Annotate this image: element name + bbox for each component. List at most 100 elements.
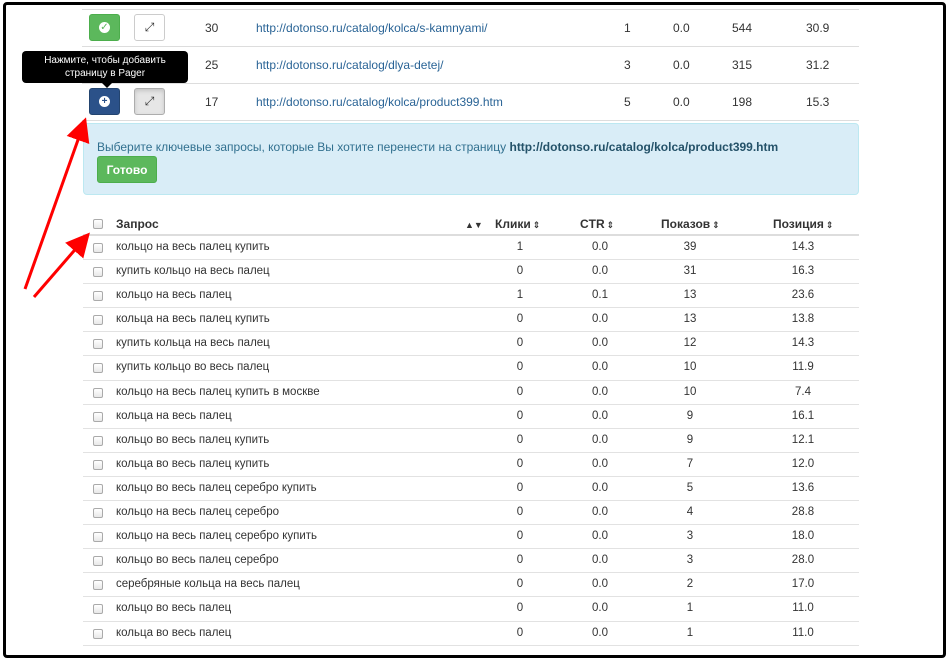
url-row: ✓ ⤢ 30 http://dotonso.ru/catalog/kolca/s-ka… xyxy=(82,10,859,47)
header-position[interactable]: Позиция ⇕ xyxy=(773,217,833,231)
keyword-checkbox[interactable] xyxy=(93,267,103,278)
arrow-to-checkboxes xyxy=(32,232,90,298)
expand-arrows-icon: ⤢ xyxy=(144,94,155,108)
keyword-clicks: 0 xyxy=(516,265,524,278)
page-clicks: 1 xyxy=(624,21,631,35)
keyword-checkbox[interactable] xyxy=(93,556,103,567)
keyword-impressions: 1 xyxy=(686,602,694,615)
done-button[interactable]: Готово xyxy=(97,156,157,183)
keyword-checkbox[interactable] xyxy=(93,363,103,374)
keyword-clicks: 0 xyxy=(516,481,524,494)
alert-url: http://dotonso.ru/catalog/kolca/product3… xyxy=(509,140,779,154)
keyword-ctr: 0.0 xyxy=(592,554,608,567)
header-ctr[interactable]: CTR ⇕ xyxy=(580,217,614,231)
page-url-link[interactable]: http://dotonso.ru/catalog/kolca/product3… xyxy=(256,95,503,109)
keyword-checkbox[interactable] xyxy=(93,339,103,350)
keyword-query: кольца на весь палец xyxy=(116,409,232,422)
keyword-ctr: 0.0 xyxy=(592,506,608,519)
page-clicks: 5 xyxy=(624,95,631,109)
keyword-clicks: 0 xyxy=(516,409,524,422)
header-impressions[interactable]: Показов ⇕ xyxy=(661,217,720,231)
add-to-pager-button[interactable]: + xyxy=(89,88,120,115)
keyword-row: кольцо во весь палец серебро 0 0.0 3 28.0 xyxy=(83,549,859,574)
keyword-checkbox[interactable] xyxy=(93,483,103,494)
keyword-clicks: 0 xyxy=(516,602,524,615)
keyword-row: кольцо на весь палец 1 0.1 13 23.6 xyxy=(83,284,859,309)
keyword-impressions: 31 xyxy=(683,265,697,278)
keyword-clicks: 0 xyxy=(516,433,524,446)
keyword-position: 16.3 xyxy=(791,265,815,278)
page-count: 17 xyxy=(205,95,219,109)
keyword-position: 28.0 xyxy=(791,554,815,567)
keyword-position: 13.8 xyxy=(791,313,815,326)
keyword-query: купить кольцо на весь палец xyxy=(116,265,270,278)
added-check-button[interactable]: ✓ xyxy=(89,14,120,41)
keyword-checkbox[interactable] xyxy=(93,459,103,470)
keyword-checkbox[interactable] xyxy=(93,243,103,253)
keyword-query: кольцо на весь палец купить xyxy=(116,241,270,253)
page-ctr: 0.0 xyxy=(673,58,690,72)
sort-icon: ⇕ xyxy=(532,220,541,230)
header-clicks[interactable]: Клики ⇕ xyxy=(495,217,540,231)
keyword-checkbox[interactable] xyxy=(93,291,103,302)
keyword-ctr: 0.0 xyxy=(592,626,608,639)
keyword-ctr: 0.0 xyxy=(592,361,608,374)
keyword-row: кольца во весь палец купить 0 0.0 7 12.0 xyxy=(83,453,859,477)
keywords-table: Запрос ▲▼ Клики ⇕ CTR ⇕ Показов ⇕ Позиция ⇕ … xyxy=(83,211,859,646)
page-impressions: 315 xyxy=(732,58,753,72)
keyword-clicks: 0 xyxy=(516,578,524,591)
sort-icon: ⇕ xyxy=(825,220,834,230)
keyword-query: кольцо во весь палец серебро купить xyxy=(116,481,317,494)
keyword-impressions: 9 xyxy=(686,433,694,446)
keyword-position: 14.3 xyxy=(791,241,815,253)
keyword-row: кольцо во весь палец купить 0 0.0 9 12.1 xyxy=(83,429,859,453)
alert-text: Выберите ключевые запросы, которые Вы хо… xyxy=(97,140,507,154)
url-row: + ⤢ 17 http://dotonso.ru/catalog/kolca/prod… xyxy=(82,84,859,121)
keyword-impressions: 9 xyxy=(686,409,694,422)
header-query[interactable]: Запрос xyxy=(116,217,159,231)
keyword-checkbox[interactable] xyxy=(93,604,103,615)
select-all-checkbox[interactable] xyxy=(93,219,103,229)
keyword-position: 13.6 xyxy=(791,481,815,494)
keyword-checkbox[interactable] xyxy=(93,508,103,519)
keyword-position: 11.0 xyxy=(792,626,814,639)
keyword-clicks: 0 xyxy=(516,361,524,374)
keyword-checkbox[interactable] xyxy=(93,315,103,326)
expand-button[interactable]: ⤢ xyxy=(134,14,165,41)
page-url-link[interactable]: http://dotonso.ru/catalog/dlya-detej/ xyxy=(256,58,443,72)
sort-icon: ⇕ xyxy=(606,220,615,230)
keyword-checkbox[interactable] xyxy=(93,411,103,422)
keyword-position: 14.3 xyxy=(791,337,815,350)
sort-icon[interactable]: ▲▼ xyxy=(463,217,483,231)
keyword-row: серебряные кольца на весь палец 0 0.0 2 17.0 xyxy=(83,573,859,598)
keyword-query: кольца во весь палец купить xyxy=(116,457,270,470)
keyword-clicks: 0 xyxy=(516,506,524,519)
page-url-link[interactable]: http://dotonso.ru/catalog/kolca/s-kamnya… xyxy=(256,21,487,35)
keyword-ctr: 0.0 xyxy=(592,457,608,470)
keyword-ctr: 0.0 xyxy=(592,602,608,615)
keyword-checkbox[interactable] xyxy=(93,387,103,398)
expand-button[interactable]: ⤢ xyxy=(134,88,165,115)
alert-message: Выберите ключевые запросы, которые Вы хо… xyxy=(97,140,778,154)
keyword-ctr: 0.0 xyxy=(592,578,608,591)
keyword-checkbox[interactable] xyxy=(93,532,103,543)
keyword-row: кольца на весь палец купить 0 0.0 13 13.8 xyxy=(83,308,859,333)
keyword-ctr: 0.0 xyxy=(592,409,608,422)
keyword-impressions: 4 xyxy=(686,506,694,519)
check-circle-icon: ✓ xyxy=(99,21,110,33)
keyword-checkbox[interactable] xyxy=(93,580,103,591)
keyword-impressions: 3 xyxy=(686,530,694,543)
keyword-row: кольцо на весь палец купить 1 0.0 39 14.3 xyxy=(83,236,859,261)
keyword-impressions: 10 xyxy=(683,385,697,398)
arrow-to-add-button xyxy=(23,117,90,290)
keyword-checkbox[interactable] xyxy=(93,628,103,639)
keyword-ctr: 0.0 xyxy=(592,433,608,446)
keyword-position: 23.6 xyxy=(791,289,815,302)
keyword-checkbox[interactable] xyxy=(93,435,103,446)
keyword-row: кольцо во весь палец серебро купить 0 0.0 5… xyxy=(83,477,859,502)
keyword-impressions: 13 xyxy=(683,313,697,326)
keyword-impressions: 1 xyxy=(686,626,694,639)
keyword-position: 16.1 xyxy=(791,409,815,422)
keyword-clicks: 0 xyxy=(516,530,524,543)
page-ctr: 0.0 xyxy=(673,95,690,109)
